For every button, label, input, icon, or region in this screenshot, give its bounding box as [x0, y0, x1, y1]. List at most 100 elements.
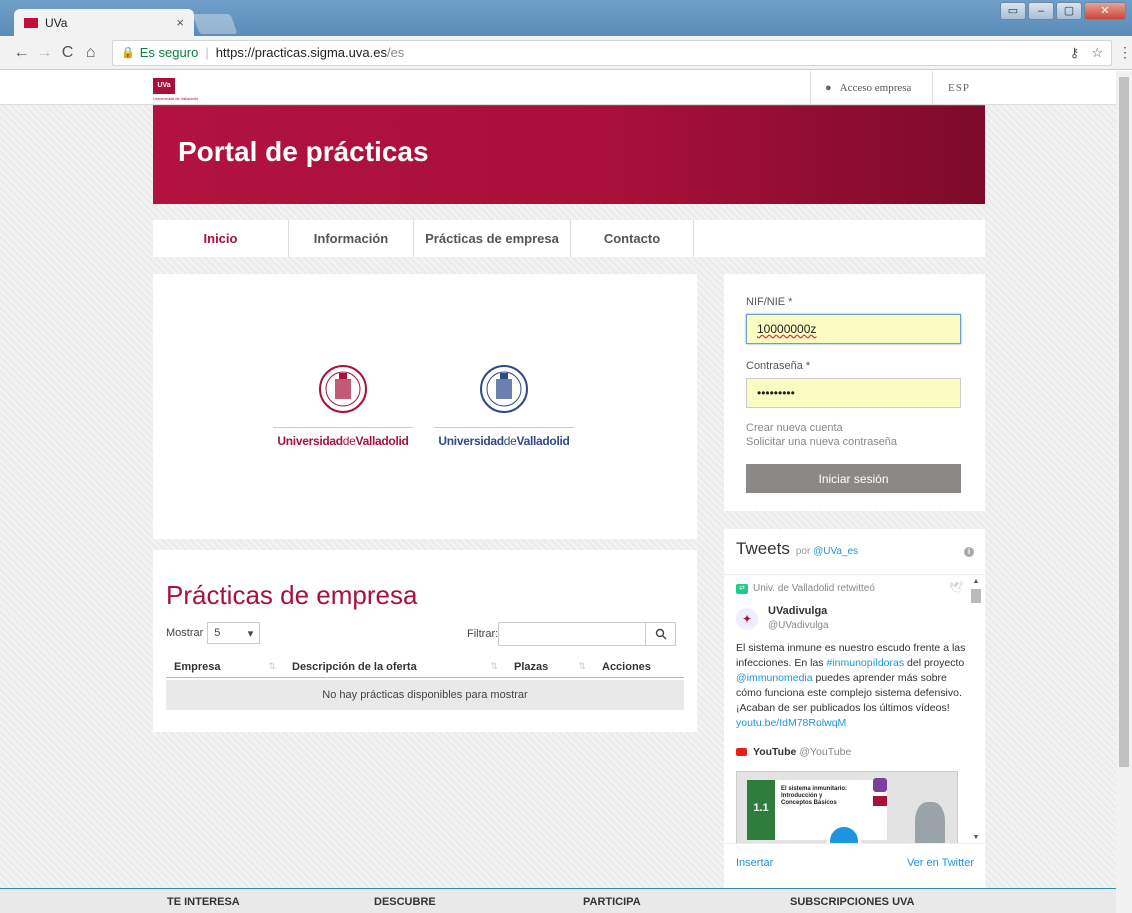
uva-logo[interactable]: UVa — [153, 78, 175, 94]
tweet-author-name[interactable]: UVadivulga — [768, 605, 827, 617]
page-size-control: Mostrar 5 ▾ — [166, 622, 261, 644]
window-close-button[interactable]: ✕ — [1084, 2, 1126, 20]
nav-item-contacto[interactable]: Contacto — [571, 220, 694, 257]
avatar[interactable]: ✦ — [736, 608, 758, 630]
footer-link-descubre[interactable]: DESCUBRE — [374, 896, 436, 908]
back-arrow-icon[interactable]: ← — [10, 44, 33, 62]
forward-arrow-icon[interactable]: → — [33, 44, 56, 62]
request-password-link[interactable]: Solicitar una nueva contraseña — [746, 436, 897, 448]
key-icon[interactable]: ⚷ — [1070, 45, 1080, 61]
video-slide-title: El sistema inmunitario: Introducción y C… — [781, 786, 848, 806]
page-scrollbar-thumb[interactable] — [1119, 77, 1129, 767]
nif-input[interactable]: 10000000z — [746, 314, 961, 344]
video-slide-number: 1.1 — [747, 780, 775, 840]
tweet-scrollbar[interactable]: ▲ ▼ — [971, 577, 981, 843]
uva-badge-icon — [873, 796, 887, 806]
table-header: Empresa ⇅ Descripción de la oferta ⇅ Plaza… — [166, 656, 684, 678]
address-bar[interactable]: 🔒 Es seguro | https://practicas.sigma.uv… — [112, 39, 1112, 66]
tweets-by-prefix: por — [795, 546, 811, 557]
password-input[interactable]: ••••••••• — [746, 378, 961, 408]
filter-input[interactable] — [498, 622, 647, 646]
video-link[interactable]: youtu.be/IdM78RolwqM — [736, 717, 846, 729]
presenter-image — [915, 802, 945, 843]
page-size-select[interactable]: 5 ▾ — [207, 622, 261, 644]
info-icon[interactable]: i — [964, 547, 974, 557]
footer-link-te-interesa[interactable]: TE INTERESA — [167, 896, 240, 908]
nav-item-informacion[interactable]: Información — [289, 220, 414, 257]
logo-name-part: de — [503, 434, 517, 448]
window-maximize-button[interactable]: ▢ — [1056, 2, 1082, 20]
mostrar-label: Mostrar — [166, 627, 204, 639]
page-scrollbar[interactable] — [1116, 71, 1132, 913]
footer-link-participa[interactable]: PARTICIPA — [583, 896, 641, 908]
create-account-link[interactable]: Crear nueva cuenta — [746, 422, 843, 434]
window-controls: ▭ – ▢ ✕ — [1000, 2, 1126, 20]
logo-rule — [434, 427, 574, 428]
tab-close-icon[interactable]: × — [176, 15, 184, 30]
window-profile-icon[interactable]: ▭ — [1000, 2, 1026, 20]
logo-name-part: Valladolid — [355, 434, 409, 448]
footer-link-subscripciones[interactable]: SUBSCRIPCIONES UVA — [790, 896, 914, 908]
nav-item-practicas[interactable]: Prácticas de empresa — [414, 220, 571, 257]
company-access-link[interactable]: ● Acceso empresa — [810, 71, 925, 105]
retweet-line: ⇄ Univ. de Valladolid retwitteó — [736, 583, 875, 594]
tweets-title: Tweets — [736, 539, 790, 558]
tweet-timeline: ⇄ Univ. de Valladolid retwitteó 🕊 ✦ UVadi… — [724, 574, 985, 844]
retweet-label[interactable]: Univ. de Valladolid retwitteó — [753, 583, 875, 594]
twitter-footer: Insertar Ver en Twitter — [736, 857, 974, 869]
login-card: NIF/NIE * 10000000z Contraseña * •••••••… — [724, 274, 985, 511]
nav-item-inicio[interactable]: Inicio — [153, 220, 289, 257]
window-minimize-button[interactable]: – — [1028, 2, 1054, 20]
column-header-empresa[interactable]: Empresa ⇅ — [166, 656, 284, 677]
main-nav: Inicio Información Prácticas de empresa … — [153, 220, 985, 257]
youtube-name[interactable]: YouTube — [753, 746, 796, 758]
column-label: Descripción de la oferta — [292, 660, 417, 673]
twitter-bird-icon[interactable]: 🕊 — [949, 581, 963, 594]
tab-title: UVa — [45, 15, 68, 30]
column-label: Empresa — [174, 660, 221, 673]
chevron-down-icon: ▾ — [247, 627, 254, 640]
university-logos-card: UniversidaddeValladolid UniversidaddeVal… — [153, 274, 697, 539]
embed-link[interactable]: Insertar — [736, 857, 773, 869]
user-icon: ● — [825, 82, 832, 94]
login-button[interactable]: Iniciar sesión — [746, 464, 961, 493]
logo-name-part: Universidad — [438, 434, 504, 448]
address-separator: | — [205, 45, 209, 60]
practicas-title: Prácticas de empresa — [166, 580, 418, 610]
column-label: Plazas — [514, 660, 549, 673]
star-icon[interactable]: ☆ — [1091, 45, 1103, 61]
column-header-descripcion[interactable]: Descripción de la oferta ⇅ — [284, 656, 506, 677]
tweets-by-handle[interactable]: @UVa_es — [813, 546, 858, 557]
logo-name-part: Universidad — [277, 434, 343, 448]
browser-tab[interactable]: UVa × — [14, 9, 194, 36]
site-footer: TE INTERESA DESCUBRE PARTICIPA SUBSCRIPC… — [0, 888, 1116, 913]
nif-label: NIF/NIE * — [746, 296, 793, 308]
search-button[interactable] — [646, 622, 677, 646]
lock-icon: 🔒 — [121, 47, 135, 59]
new-tab-button[interactable] — [192, 14, 238, 34]
twitter-header: Tweets por @UVa_es i — [736, 539, 974, 559]
scroll-down-icon[interactable]: ▼ — [971, 833, 981, 843]
browser-toolbar: ← → C ⌂ 🔒 Es seguro | https://practicas.… — [0, 36, 1132, 70]
browser-menu-icon[interactable]: ⋮ — [1118, 44, 1132, 61]
site-topbar: UVa Universidad de Valladolid ● Acceso e… — [0, 71, 1116, 105]
hashtag-link[interactable]: #inmunopíldoras — [826, 657, 904, 669]
uva-logo-name: UniversidaddeValladolid — [273, 434, 413, 448]
uva-logo-blue: UniversidaddeValladolid — [434, 364, 574, 448]
tweet-author-handle[interactable]: @UVadivulga — [768, 620, 829, 631]
scroll-up-icon[interactable]: ▲ — [971, 577, 981, 587]
home-icon[interactable]: ⌂ — [79, 44, 102, 62]
uva-logo-red: UniversidaddeValladolid — [273, 364, 413, 448]
language-selector[interactable]: ESP — [932, 71, 970, 105]
view-on-twitter-link[interactable]: Ver en Twitter — [907, 857, 974, 869]
youtube-handle[interactable]: @YouTube — [799, 746, 851, 758]
reload-icon[interactable]: C — [56, 44, 79, 62]
mention-link[interactable]: @immunomedia — [736, 672, 813, 684]
university-seal-icon — [480, 365, 528, 413]
tweet-scrollbar-thumb[interactable] — [971, 589, 981, 603]
retweet-icon: ⇄ — [736, 583, 748, 594]
column-header-plazas[interactable]: Plazas ⇅ — [506, 656, 594, 677]
video-badge-icon — [873, 778, 887, 792]
video-thumbnail[interactable]: 1.1 El sistema inmunitario: Introducción… — [736, 771, 958, 843]
column-label: Acciones — [602, 660, 651, 673]
